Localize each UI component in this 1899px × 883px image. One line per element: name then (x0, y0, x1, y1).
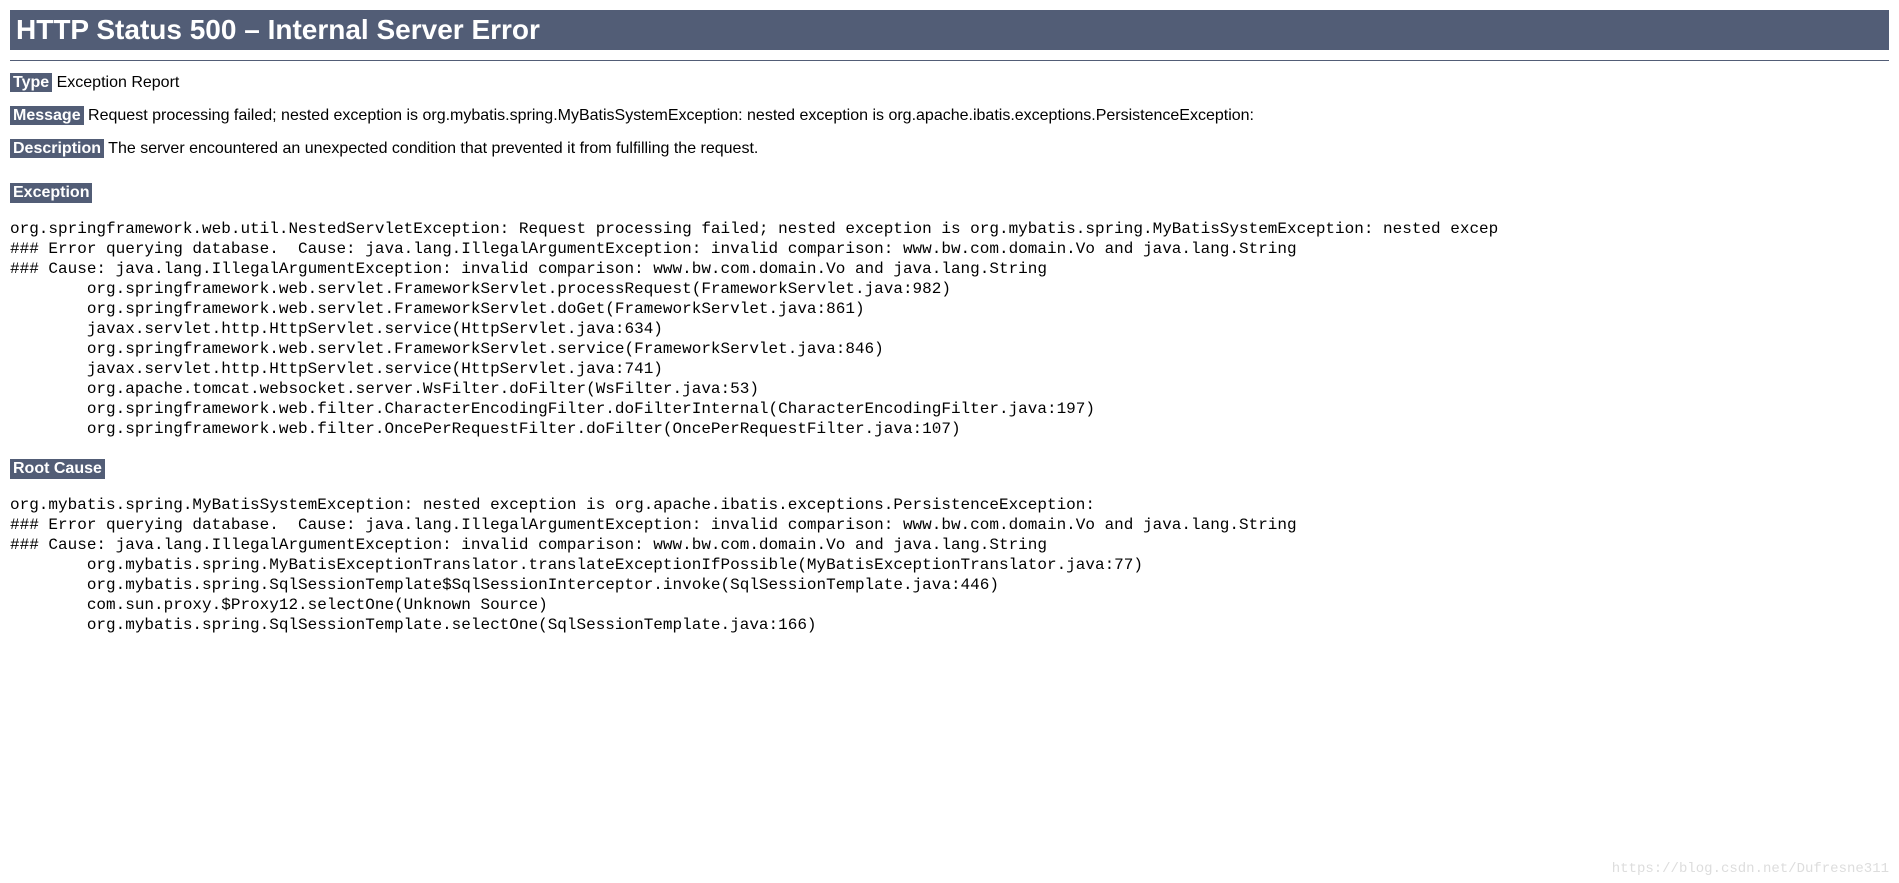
exception-trace: org.springframework.web.util.NestedServl… (10, 219, 1889, 439)
type-label: Type (10, 73, 52, 92)
type-line: Type Exception Report (10, 73, 1889, 94)
description-label: Description (10, 139, 104, 158)
description-value: The server encountered an unexpected con… (108, 140, 758, 157)
exception-header: Exception (10, 183, 92, 203)
root-cause-header: Root Cause (10, 459, 105, 479)
watermark: https://blog.csdn.net/Dufresne311 (1612, 861, 1889, 877)
message-value: Request processing failed; nested except… (88, 107, 1254, 124)
message-label: Message (10, 106, 84, 125)
description-line: Description The server encountered an un… (10, 139, 1889, 160)
page-title: HTTP Status 500 – Internal Server Error (10, 10, 1889, 50)
divider (10, 60, 1889, 61)
type-value: Exception Report (57, 74, 180, 91)
root-cause-trace: org.mybatis.spring.MyBatisSystemExceptio… (10, 495, 1889, 635)
message-line: Message Request processing failed; neste… (10, 106, 1889, 127)
